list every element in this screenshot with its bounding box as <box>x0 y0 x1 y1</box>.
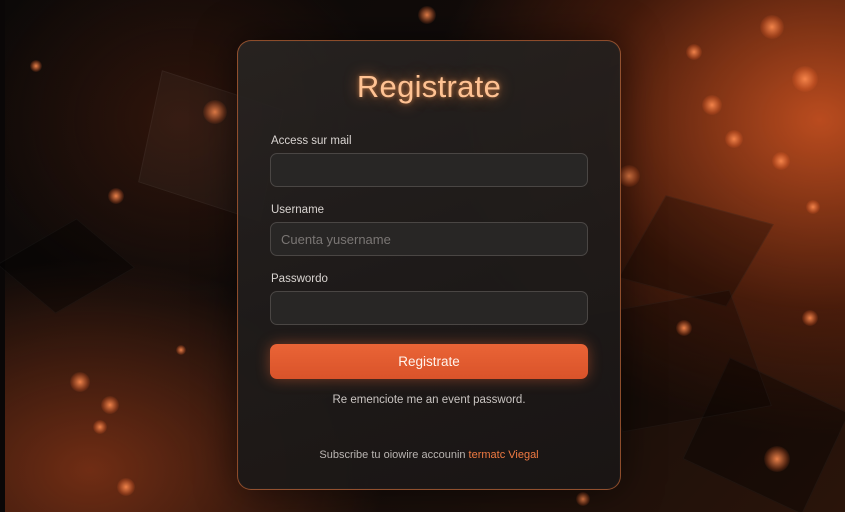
bokeh-light <box>676 320 692 336</box>
username-label: Username <box>271 204 325 216</box>
bokeh-light <box>764 446 790 472</box>
bokeh-light <box>108 188 124 204</box>
form-title: Registrate <box>356 69 502 104</box>
password-field[interactable] <box>270 291 588 325</box>
registration-card: Registrate Access sur mail Username Pass… <box>237 40 621 490</box>
register-button[interactable]: Registrate <box>270 344 588 379</box>
bokeh-light <box>117 478 135 496</box>
password-label: Passwordo <box>271 273 328 285</box>
bokeh-light <box>30 60 42 72</box>
bokeh-light <box>760 15 784 39</box>
bokeh-light <box>618 165 640 187</box>
bokeh-light <box>802 310 818 326</box>
bokeh-light <box>806 200 820 214</box>
bokeh-light <box>70 372 90 392</box>
background-shard <box>0 218 136 314</box>
terms-link[interactable]: termatc Viegal <box>469 449 539 461</box>
username-field[interactable] <box>270 222 588 256</box>
bokeh-light <box>203 100 227 124</box>
bokeh-light <box>576 492 590 506</box>
bokeh-light <box>686 44 702 60</box>
bokeh-light <box>702 95 722 115</box>
email-label: Access sur mail <box>271 135 352 147</box>
footer-text-label: Subscribe tu oiowire accounin <box>319 449 466 461</box>
forgot-password-link[interactable]: Re emenciote me an event password. <box>238 394 620 406</box>
bokeh-light <box>725 130 743 148</box>
footer-text: Subscribe tu oiowire accounin termatc Vie… <box>238 449 620 461</box>
bokeh-light <box>176 345 186 355</box>
email-field[interactable] <box>270 153 588 187</box>
background-shard <box>618 195 774 307</box>
bokeh-light <box>101 396 119 414</box>
bokeh-light <box>93 420 107 434</box>
bokeh-light <box>792 66 818 92</box>
bokeh-light <box>418 6 436 24</box>
bokeh-light <box>772 152 790 170</box>
left-edge-strip <box>0 0 5 512</box>
